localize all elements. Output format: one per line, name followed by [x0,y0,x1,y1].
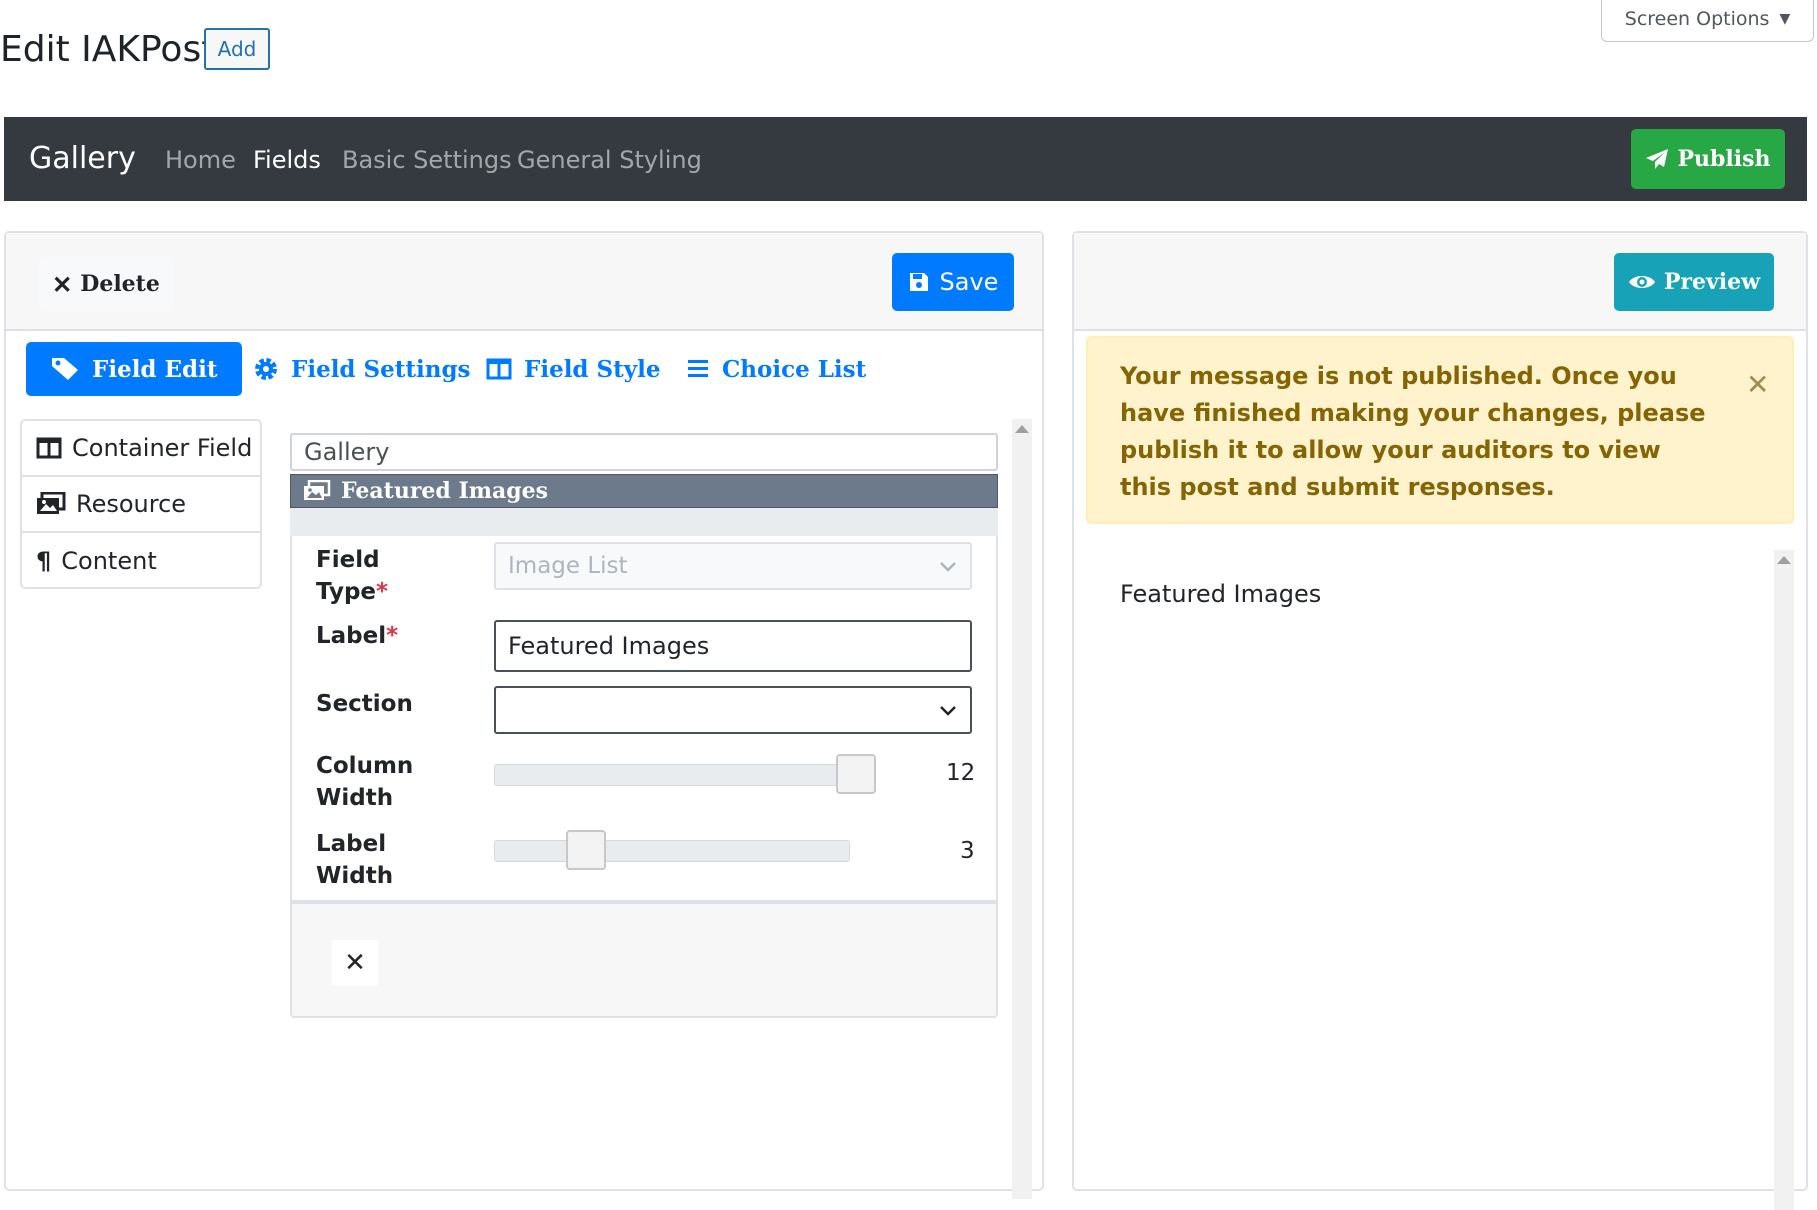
label-width-value: 3 [960,838,975,864]
section-field-label: Section [316,691,413,717]
tab-field-edit[interactable]: Field Edit [26,342,242,396]
field-type-label-line1: Field [316,547,380,573]
label-width-label: Label Width [316,828,393,892]
delete-label: Delete [80,271,160,297]
chevron-down-icon [940,706,956,716]
preview-field-label: Featured Images [1120,580,1322,608]
tab-choice-list-label: Choice List [722,355,867,383]
nav-link-fields[interactable]: Fields [253,146,321,174]
list-item-resource[interactable]: Resource [22,477,260,533]
unpublished-alert: Your message is not published. Once you … [1086,336,1794,524]
list-item-container-field[interactable]: Container Field [22,421,260,477]
publish-label: Publish [1677,146,1771,172]
tab-field-settings-label: Field Settings [291,355,471,383]
column-width-label-line2: Width [316,785,394,811]
column-width-value: 12 [946,760,976,786]
floppy-disk-icon [909,273,928,291]
field-type-label-line2: Type [316,579,377,605]
save-label: Save [939,268,999,296]
page-title: Edit IAKPost [0,29,216,70]
nav-link-general-styling[interactable]: General Styling [517,146,702,174]
section-title: Featured Images [341,478,549,504]
section-header[interactable]: Featured Images [290,474,998,508]
remove-field-button[interactable]: ✕ [332,940,378,986]
list-icon [688,360,708,377]
columns-icon [486,358,512,380]
field-editor-card: ✕ Delete Save Field Edit Field Settings … [4,231,1044,1199]
field-form: Field Type* Image List Label* Featured I… [290,536,998,902]
scroll-up-icon[interactable] [1015,425,1029,433]
column-width-label: Column Width [316,750,413,814]
add-button[interactable]: Add [204,28,270,70]
label-width-label-line1: Label [316,831,387,857]
screen-options-label: Screen Options [1624,7,1770,30]
label-width-slider[interactable] [494,840,850,862]
paper-plane-icon [1646,149,1669,169]
list-item-label: Container Field [72,434,253,462]
gear-icon [255,358,277,380]
list-item-label: Content [61,547,157,575]
section-spacer [290,508,998,538]
required-marker: * [376,579,389,605]
chevron-down-icon [940,562,956,572]
close-icon: ✕ [52,269,73,299]
field-type-list: Container Field Resource ¶ Content [20,419,262,589]
save-button[interactable]: Save [892,253,1014,311]
editor-scrollbar[interactable] [1012,419,1032,1199]
tab-field-style-label: Field Style [524,355,661,383]
label-label-text: Label [316,623,387,649]
list-item-content[interactable]: ¶ Content [22,533,260,589]
columns-icon [36,437,62,459]
tab-field-settings[interactable]: Field Settings [253,342,471,396]
close-icon[interactable]: ✕ [1746,368,1769,401]
column-width-label-line1: Column [316,753,414,779]
nav-link-home[interactable]: Home [165,146,236,174]
label-width-label-line2: Width [316,863,394,889]
tab-field-edit-label: Field Edit [92,355,218,383]
preview-button[interactable]: Preview [1614,253,1774,311]
nav-link-basic-settings[interactable]: Basic Settings [342,146,512,174]
navbar-brand[interactable]: Gallery [29,141,136,176]
list-item-label: Resource [76,490,187,518]
label-width-slider-handle[interactable] [566,830,606,870]
field-type-select: Image List [494,542,972,590]
field-footer: ✕ [290,902,998,1018]
field-type-label: Field Type* [316,544,388,608]
field-type-value: Image List [508,553,628,579]
preview-scrollbar[interactable] [1774,550,1794,1210]
column-width-slider-handle[interactable] [836,754,876,794]
paragraph-icon: ¶ [36,547,52,575]
images-icon [37,492,66,514]
required-marker: * [386,623,399,649]
screen-options-button[interactable]: Screen Options ▼ [1601,0,1814,42]
delete-button[interactable]: ✕ Delete [39,257,173,311]
preview-label: Preview [1663,269,1761,295]
preview-card-header: Preview [1074,233,1806,331]
tab-choice-list[interactable]: Choice List [686,342,866,396]
alert-message: Your message is not published. Once you … [1120,362,1706,501]
close-icon: ✕ [344,948,366,978]
images-icon [304,480,331,500]
tab-field-style[interactable]: Field Style [486,342,661,396]
top-navbar: Gallery Home Fields Basic Settings Gener… [4,117,1807,201]
scroll-up-icon[interactable] [1777,556,1791,564]
eye-icon [1628,276,1655,288]
container-title[interactable]: Gallery [290,433,998,471]
preview-card: Preview Your message is not published. O… [1072,231,1808,1210]
editor-card-header: ✕ Delete Save [6,233,1042,331]
section-select[interactable] [494,686,972,734]
column-width-slider[interactable] [494,764,874,786]
publish-button[interactable]: Publish [1631,129,1785,189]
label-field-label: Label* [316,620,398,652]
caret-down-icon: ▼ [1779,10,1791,27]
label-input[interactable]: Featured Images [494,620,972,672]
tag-icon [52,358,78,380]
